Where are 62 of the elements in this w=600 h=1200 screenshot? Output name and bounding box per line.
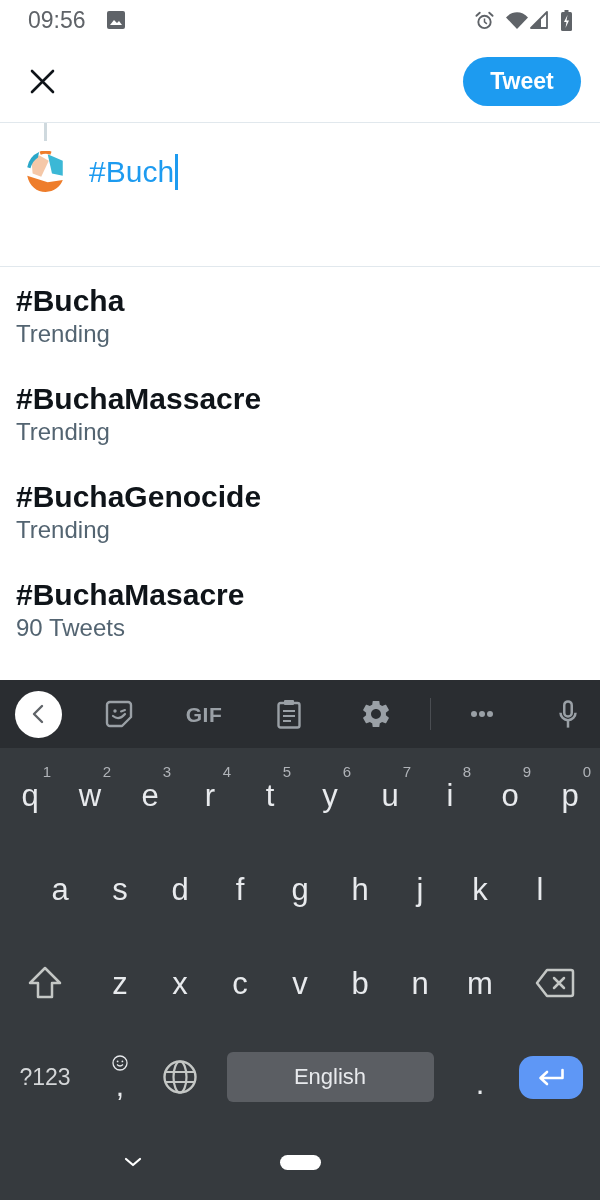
hashtag-suggestion[interactable]: #Bucha — [16, 283, 125, 319]
keyboard-key[interactable]: b — [330, 936, 390, 1030]
keyboard-key[interactable]: k — [450, 842, 510, 936]
signal-icon — [530, 11, 548, 29]
hashtag-suggestion[interactable]: #BuchaMasacre — [16, 577, 245, 613]
keyboard-key[interactable]: d — [150, 842, 210, 936]
keyboard-key[interactable]: w 2 — [60, 748, 120, 842]
suggestion-detail: Trending — [16, 417, 110, 447]
keyboard-key[interactable]: o 9 — [480, 748, 540, 842]
more-icon[interactable] — [471, 711, 493, 717]
keyboard-key[interactable]: l — [510, 842, 570, 936]
home-handle[interactable] — [280, 1154, 321, 1170]
keyboard-key[interactable]: v — [270, 936, 330, 1030]
keyboard-key[interactable]: , — [90, 1030, 150, 1124]
alarm-icon — [475, 10, 494, 30]
keyboard-key[interactable]: f — [210, 842, 270, 936]
chevron-left-icon — [31, 703, 45, 725]
keyboard-key[interactable]: s — [90, 842, 150, 936]
hashtag-suggestion[interactable]: #BuchaGenocide — [16, 479, 262, 515]
keyboard-key[interactable]: n — [390, 936, 450, 1030]
wifi-icon — [506, 11, 528, 29]
keyboard-key[interactable]: u 7 — [360, 748, 420, 842]
hashtag-suggestion[interactable]: #BuchaMassacre — [16, 381, 262, 417]
smiley-icon — [112, 1055, 128, 1071]
gif-button[interactable]: GIF — [185, 703, 223, 725]
keyboard-key[interactable]: e 3 — [120, 748, 180, 842]
keyboard-key[interactable]: p 0 — [540, 748, 600, 842]
keyboard-key[interactable]: z — [90, 936, 150, 1030]
symbols-key[interactable]: ?123 — [0, 1030, 90, 1124]
space-bar[interactable]: English — [226, 1052, 434, 1102]
keyboard-key[interactable]: h — [330, 842, 390, 936]
microphone-icon[interactable] — [558, 699, 578, 729]
keyboard-key[interactable]: y 6 — [300, 748, 360, 842]
keyboard-key[interactable]: i 8 — [420, 748, 480, 842]
shift-icon[interactable] — [28, 966, 62, 1000]
keyboard-key[interactable]: j — [390, 842, 450, 936]
keyboard-key[interactable]: a — [30, 842, 90, 936]
clock-time: 09:56 — [28, 8, 86, 32]
settings-icon[interactable] — [363, 701, 389, 727]
keyboard-key[interactable]: x — [150, 936, 210, 1030]
suggestion-detail: 90 Tweets — [16, 613, 125, 643]
enter-key[interactable] — [519, 1055, 583, 1099]
close-icon[interactable] — [30, 68, 55, 94]
suggestion-detail: Trending — [16, 319, 110, 349]
avatar-logo — [26, 151, 64, 193]
globe-icon[interactable] — [163, 1060, 197, 1094]
chevron-down-icon[interactable] — [124, 1157, 142, 1167]
keyboard-key[interactable]: q 1 — [0, 748, 60, 842]
thread-line — [44, 123, 47, 141]
keyboard-key[interactable]: t 5 — [240, 748, 300, 842]
keyboard-key[interactable]: . — [450, 1030, 510, 1124]
battery-icon — [561, 9, 572, 31]
keyboard-key[interactable]: m — [450, 936, 510, 1030]
return-icon — [537, 1068, 565, 1086]
suggestion-detail: Trending — [16, 515, 110, 545]
keyboard-key[interactable]: c — [210, 936, 270, 1030]
sticker-icon[interactable] — [105, 700, 133, 728]
backspace-icon[interactable] — [535, 968, 575, 998]
keyboard-key[interactable]: r 4 — [180, 748, 240, 842]
keyboard-key[interactable]: g — [270, 842, 330, 936]
clipboard-icon[interactable] — [277, 699, 301, 729]
image-icon — [106, 11, 125, 29]
